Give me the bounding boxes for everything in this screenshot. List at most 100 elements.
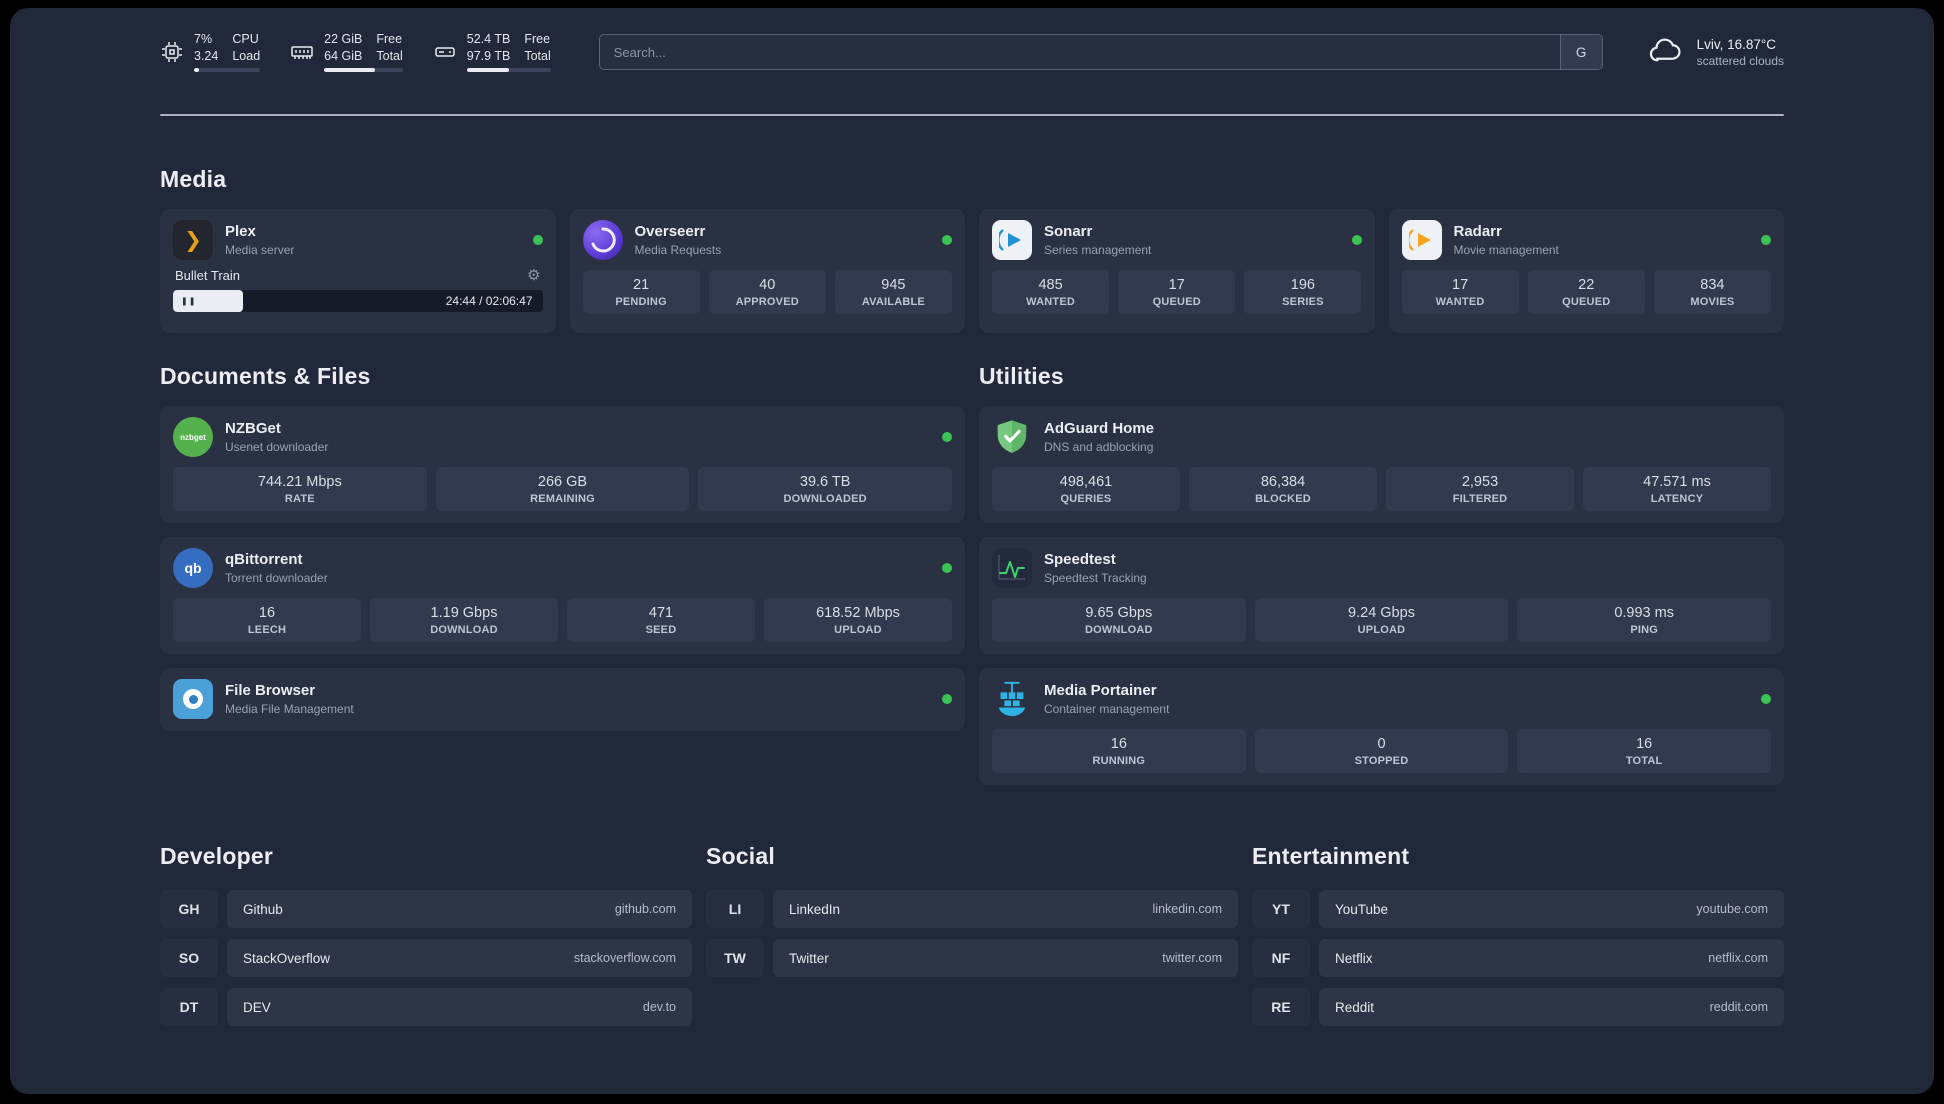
topbar-divider — [160, 114, 1784, 116]
playback-progress-bar[interactable]: ❚❚ 24:44 / 02:06:47 — [173, 290, 543, 312]
service-name: qBittorrent — [225, 551, 303, 568]
documents-column: nzbget NZBGet Usenet downloader 744.21 M… — [160, 406, 965, 731]
bookmark-abbr: DT — [160, 988, 218, 1026]
service-card-filebrowser[interactable]: File Browser Media File Management — [160, 668, 965, 731]
service-card-plex[interactable]: ❯ Plex Media server Bullet Train ⚙ ❚❚ 24… — [160, 209, 556, 333]
service-name: Media Portainer — [1044, 682, 1157, 699]
stat-tile: 39.6 TB DOWNLOADED — [698, 467, 952, 511]
bookmark-netflix[interactable]: NF Netflix netflix.com — [1252, 939, 1784, 977]
bookmark-reddit[interactable]: RE Reddit reddit.com — [1252, 988, 1784, 1026]
section-title-media: Media — [160, 166, 227, 192]
bookmark-dev[interactable]: DT DEV dev.to — [160, 988, 692, 1026]
ram-metric: 22 GiB 64 GiB Free Total — [290, 32, 403, 72]
stat-tile: 744.21 Mbps RATE — [173, 467, 427, 511]
system-metrics: 7% 3.24 CPU Load 22 GiB 64 GiB Free Total — [160, 32, 551, 72]
bookmark-github[interactable]: GH Github github.com — [160, 890, 692, 928]
settings-gear-icon[interactable]: ⚙ — [527, 268, 540, 283]
disk-icon — [433, 40, 457, 64]
bookmark-twitter[interactable]: TW Twitter twitter.com — [706, 939, 1238, 977]
adguard-icon — [992, 417, 1032, 457]
service-name: File Browser — [225, 682, 316, 699]
stat-tile: 22 QUEUED — [1527, 270, 1645, 314]
status-dot — [532, 235, 543, 245]
bookmarks-social: Social LI LinkedIn linkedin.com TW Twitte… — [706, 843, 1238, 1026]
overseerr-icon — [582, 220, 623, 260]
section-title-entertainment: Entertainment — [1252, 843, 1410, 869]
disk-free-value: 52.4 TB — [466, 32, 511, 46]
ram-icon — [290, 40, 314, 64]
cloud-icon — [1647, 35, 1685, 70]
radarr-icon — [1401, 220, 1442, 260]
service-subtitle: Container management — [1044, 702, 1170, 716]
service-subtitle: Media File Management — [225, 702, 354, 716]
stat-tile: 196 SERIES — [1244, 270, 1362, 314]
service-subtitle: DNS and adblocking — [1044, 440, 1154, 454]
stat-tile: 834 MOVIES — [1653, 270, 1771, 314]
service-subtitle: Usenet downloader — [225, 440, 329, 454]
stat-tile: 0.993 ms PING — [1517, 598, 1771, 642]
service-card-nzbget[interactable]: nzbget NZBGet Usenet downloader 744.21 M… — [160, 406, 965, 523]
plex-icon: ❯ — [173, 220, 213, 260]
dashboard-root: 7% 3.24 CPU Load 22 GiB 64 GiB Free Total — [10, 8, 1934, 1094]
disk-total-value: 97.9 TB — [466, 49, 511, 63]
stat-tile: 471 SEED — [567, 598, 755, 642]
bookmarks-entertainment: Entertainment YT YouTube youtube.com NF N… — [1252, 843, 1784, 1026]
utilities-column: AdGuard Home DNS and adblocking 498,461 Q… — [979, 406, 1784, 785]
bookmark-youtube[interactable]: YT YouTube youtube.com — [1252, 890, 1784, 928]
service-name: Speedtest — [1044, 551, 1116, 568]
filebrowser-icon — [173, 679, 213, 719]
stat-tile: 16 TOTAL — [1517, 729, 1771, 773]
status-dot — [942, 694, 952, 704]
service-name: NZBGet — [225, 420, 281, 437]
service-name: Sonarr — [1044, 223, 1093, 240]
section-title-documents: Documents & Files — [160, 363, 371, 389]
stat-tile: 40 APPROVED — [708, 270, 826, 314]
bookmark-stackoverflow[interactable]: SO StackOverflow stackoverflow.com — [160, 939, 692, 977]
bookmark-abbr: LI — [706, 890, 764, 928]
service-subtitle: Media server — [225, 243, 295, 257]
service-subtitle: Movie management — [1453, 243, 1559, 257]
weather-widget[interactable]: Lviv, 16.87°C scattered clouds — [1647, 35, 1784, 70]
service-card-sonarr[interactable]: Sonarr Series management 485 WANTED 17 QUE… — [979, 209, 1375, 333]
stat-tile: 16 LEECH — [173, 598, 361, 642]
status-dot — [942, 432, 952, 442]
disk-metric: 52.4 TB 97.9 TB Free Total — [433, 32, 551, 72]
service-card-overseerr[interactable]: Overseerr Media Requests 21 PENDING 40 APP… — [569, 209, 965, 333]
service-card-radarr[interactable]: Radarr Movie management 17 WANTED 22 QUEUE… — [1388, 209, 1784, 333]
search-input[interactable] — [599, 44, 1560, 60]
stat-tile: 17 WANTED — [1401, 270, 1519, 314]
weather-condition: scattered clouds — [1696, 53, 1784, 68]
service-name: Plex — [225, 223, 256, 240]
cpu-progress-bar — [194, 68, 261, 72]
service-name: Overseerr — [634, 223, 706, 240]
pause-icon[interactable]: ❚❚ — [181, 297, 196, 306]
bookmarks-developer: Developer GH Github github.com SO StackOv… — [160, 843, 692, 1026]
cpu-load-value: 3.24 — [194, 49, 219, 63]
status-dot — [1761, 235, 1771, 245]
service-card-portainer[interactable]: Media Portainer Container management 16 R… — [979, 668, 1784, 785]
bookmark-abbr: NF — [1252, 939, 1310, 977]
disk-free-label: Free — [524, 32, 551, 46]
weather-location: Lviv, 16.87°C — [1696, 36, 1777, 52]
cpu-label: CPU — [232, 32, 259, 46]
stat-tile: 17 QUEUED — [1118, 270, 1236, 314]
bookmark-linkedin[interactable]: LI LinkedIn linkedin.com — [706, 890, 1238, 928]
service-card-adguard[interactable]: AdGuard Home DNS and adblocking 498,461 Q… — [979, 406, 1784, 523]
ram-progress-bar — [324, 68, 403, 72]
service-card-qbittorrent[interactable]: qb qBittorrent Torrent downloader 16 LEEC… — [160, 537, 965, 654]
search-engine-button[interactable]: G — [1559, 35, 1602, 69]
stat-tile: 0 STOPPED — [1254, 729, 1509, 773]
stat-tile: 945 AVAILABLE — [834, 270, 952, 314]
stat-tile: 21 PENDING — [582, 270, 700, 314]
status-dot — [942, 235, 952, 245]
service-card-speedtest[interactable]: Speedtest Speedtest Tracking 9.65 Gbps DO… — [979, 537, 1784, 654]
section-title-developer: Developer — [160, 843, 274, 869]
ram-total-label: Total — [376, 49, 403, 63]
status-dot — [1761, 694, 1771, 704]
stat-tile: 2,953 FILTERED — [1386, 467, 1574, 511]
cpu-percent: 7% — [194, 32, 213, 46]
cpu-icon — [160, 40, 184, 64]
search-bar: G — [598, 34, 1603, 70]
stat-tile: 86,384 BLOCKED — [1189, 467, 1377, 511]
bookmark-abbr: GH — [160, 890, 218, 928]
